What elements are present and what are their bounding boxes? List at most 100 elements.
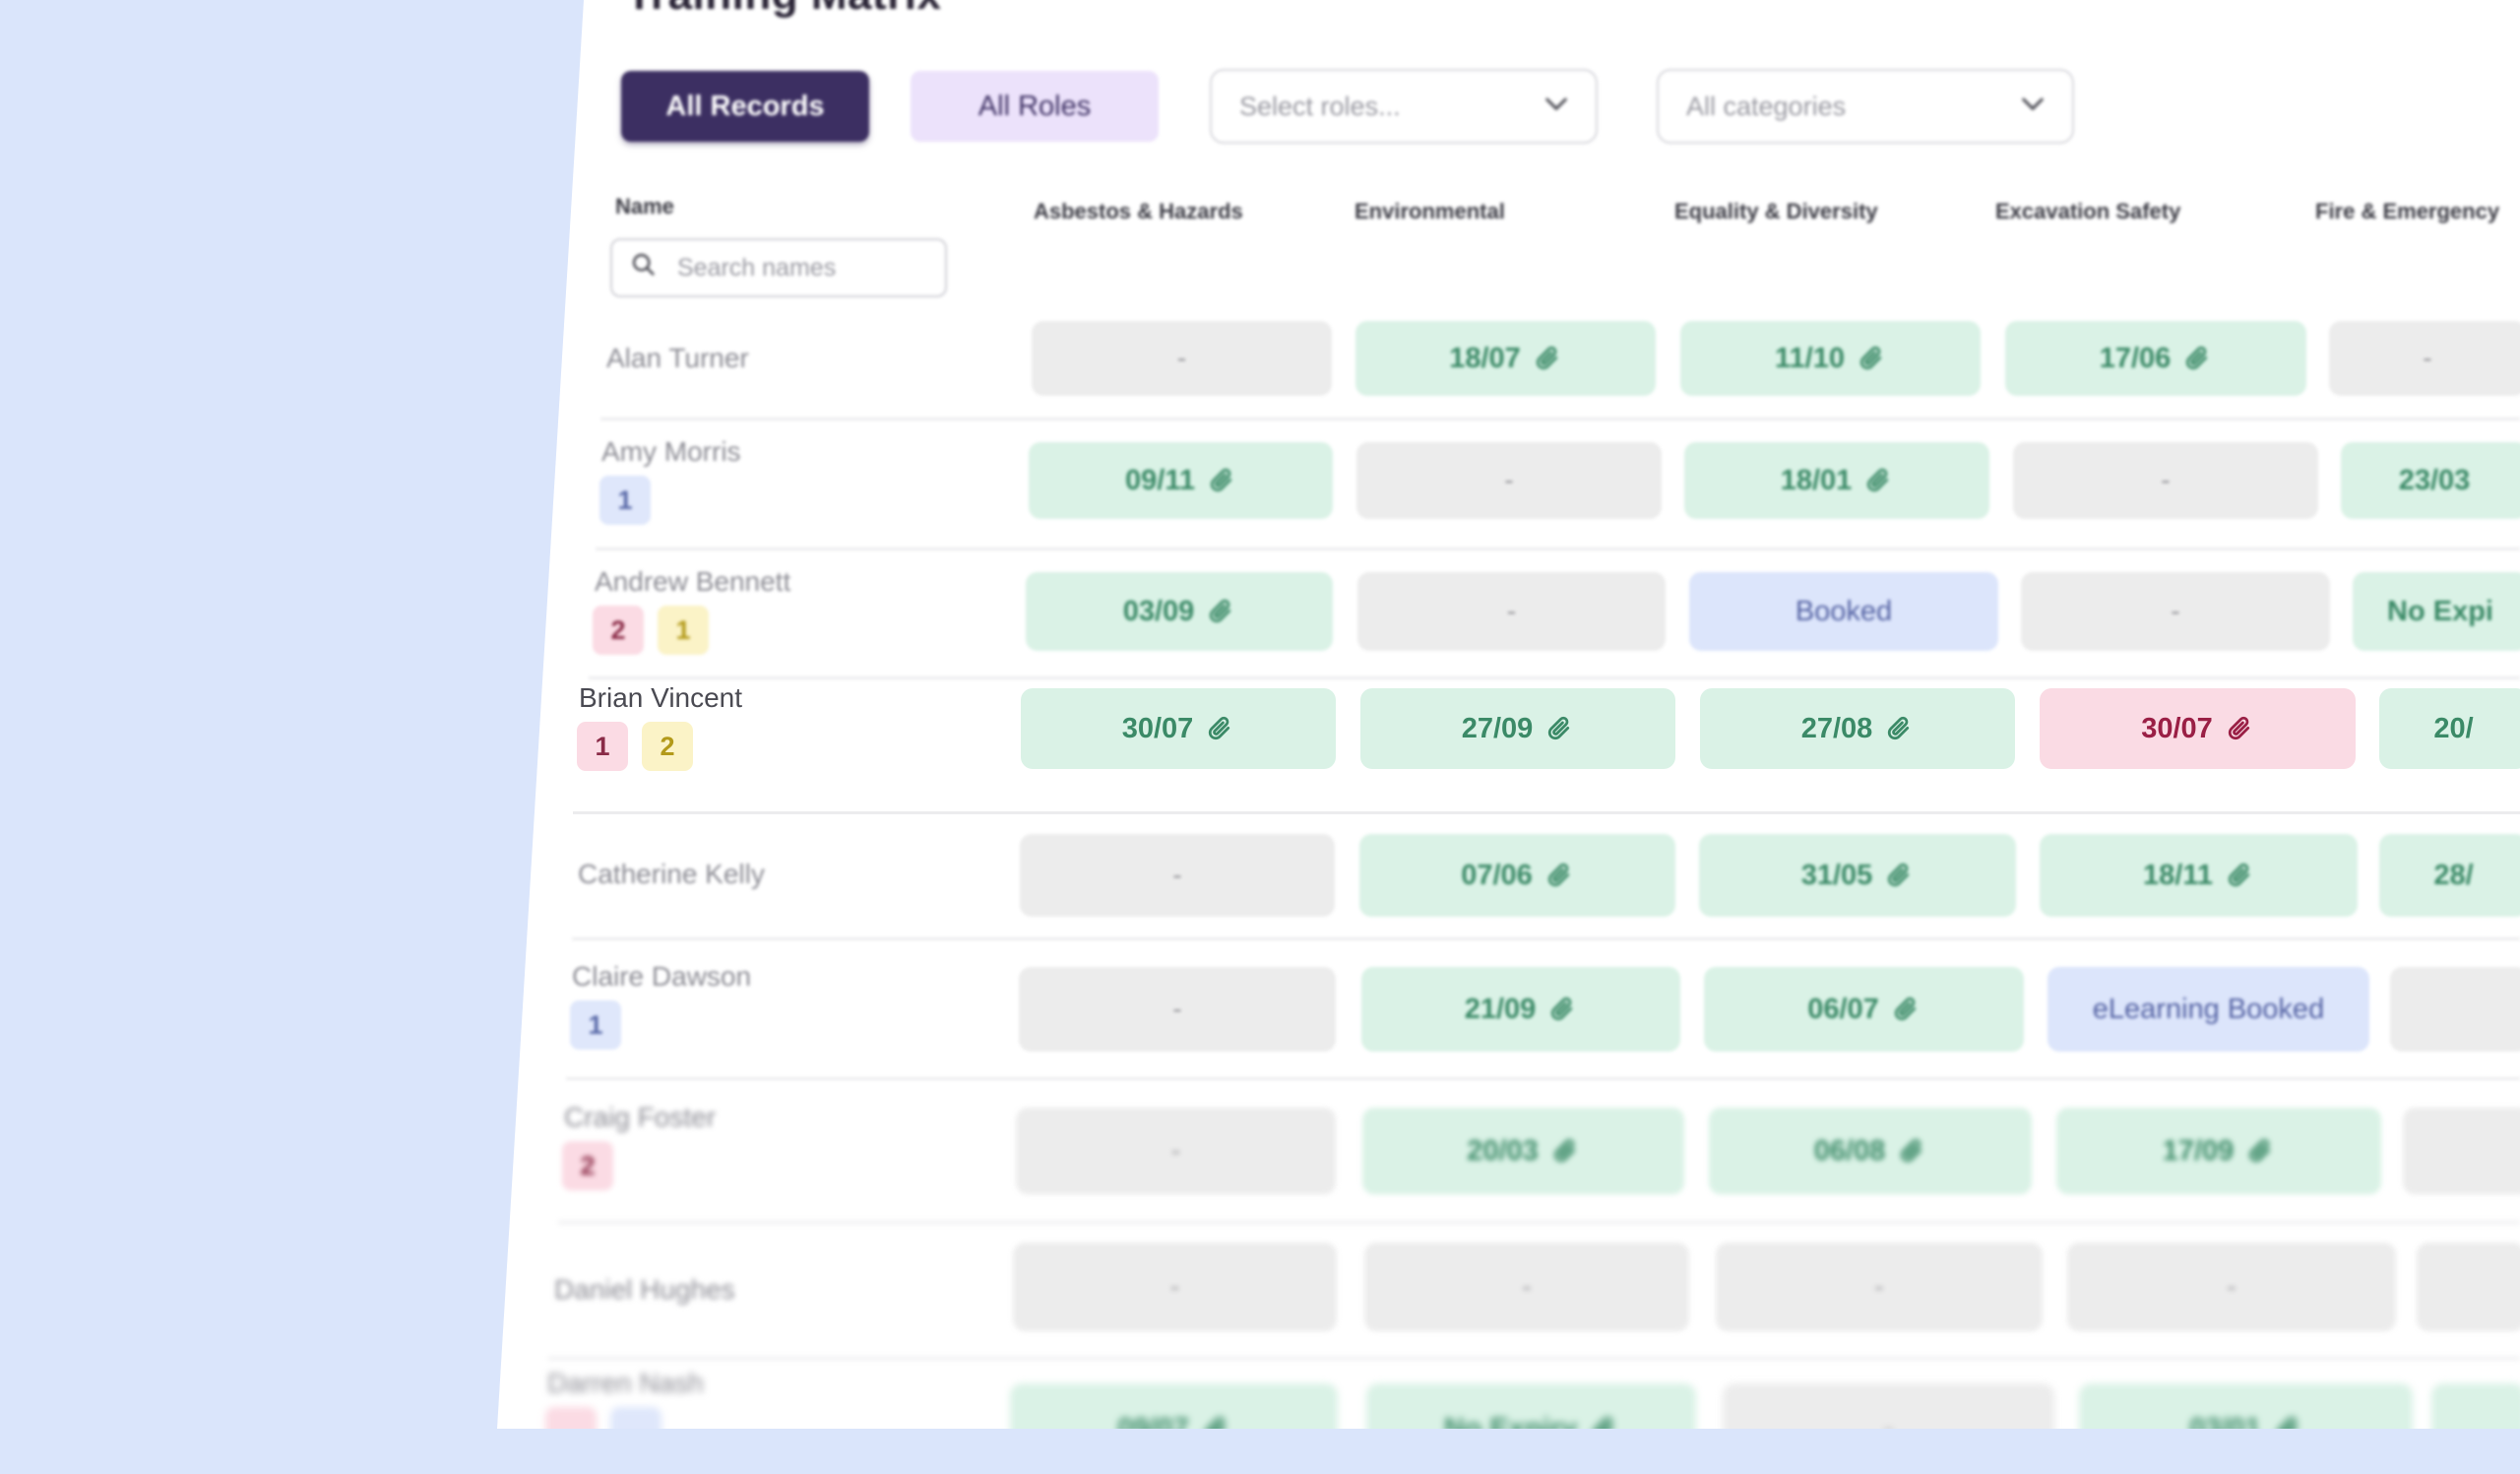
- paperclip-icon[interactable]: [2261, 1414, 2302, 1429]
- training-cell[interactable]: 03/01: [2079, 1383, 2413, 1429]
- row-divider: [572, 937, 2520, 940]
- training-cell[interactable]: 17/06: [2005, 321, 2306, 396]
- training-cell[interactable]: -: [1016, 1108, 1336, 1194]
- training-cell[interactable]: 20/03: [1362, 1108, 1684, 1194]
- paperclip-icon[interactable]: [1539, 1136, 1580, 1166]
- training-cell[interactable]: 09/11: [1029, 442, 1333, 519]
- paperclip-icon[interactable]: [2213, 714, 2254, 743]
- paperclip-icon[interactable]: [1536, 994, 1577, 1024]
- training-cell[interactable]: 21/09: [1361, 967, 1680, 1052]
- paperclip-icon[interactable]: [1189, 1414, 1230, 1429]
- status-badge[interactable]: 2: [593, 606, 644, 655]
- training-cell[interactable]: [2390, 967, 2520, 1052]
- row-divider: [589, 676, 2520, 679]
- status-badge[interactable]: 2: [642, 722, 693, 771]
- training-cell[interactable]: 27/08: [1700, 688, 2015, 769]
- all-roles-button[interactable]: All Roles: [911, 71, 1159, 142]
- paperclip-icon[interactable]: [1195, 466, 1236, 495]
- paperclip-icon[interactable]: [2213, 861, 2254, 890]
- employee-name[interactable]: Brian Vincent: [579, 682, 742, 714]
- status-badge[interactable]: [545, 1407, 597, 1429]
- training-cell[interactable]: No Expi: [2353, 572, 2520, 651]
- training-cell[interactable]: [2431, 1383, 2520, 1429]
- all-records-button[interactable]: All Records: [621, 71, 869, 142]
- paperclip-icon[interactable]: [1845, 344, 1886, 373]
- training-cell[interactable]: -: [1032, 321, 1332, 396]
- training-cell[interactable]: 27/09: [1360, 688, 1675, 769]
- training-cell[interactable]: 17/09: [2056, 1108, 2381, 1194]
- training-cell-value: 09/07: [1117, 1412, 1189, 1444]
- paperclip-icon[interactable]: [1872, 861, 1914, 890]
- paperclip-icon[interactable]: [1852, 466, 1893, 495]
- training-cell[interactable]: -: [1716, 1243, 2043, 1331]
- training-cell[interactable]: 06/07: [1704, 967, 2024, 1052]
- training-cell[interactable]: -: [1723, 1383, 2054, 1429]
- training-cell[interactable]: No Expiry: [1366, 1383, 1696, 1429]
- training-cell[interactable]: -: [1356, 442, 1662, 519]
- paperclip-icon[interactable]: [1194, 597, 1235, 626]
- training-cell[interactable]: -: [1013, 1243, 1337, 1331]
- paperclip-icon[interactable]: [1885, 1136, 1926, 1166]
- status-badge[interactable]: 1: [658, 606, 709, 655]
- training-cell[interactable]: [2403, 1108, 2520, 1194]
- training-cell-value: -: [2227, 1270, 2236, 1303]
- search-icon: [630, 251, 677, 286]
- row-divider: [566, 1077, 2520, 1080]
- search-placeholder: Search names: [677, 253, 837, 282]
- categories-select[interactable]: All categories: [1657, 69, 2074, 144]
- column-header-equality: Equality & Diversity: [1674, 199, 1878, 224]
- training-cell[interactable]: 20/: [2379, 688, 2520, 769]
- training-cell[interactable]: Booked: [1689, 572, 1998, 651]
- paperclip-icon[interactable]: [1193, 714, 1234, 743]
- employee-name[interactable]: Amy Morris: [601, 436, 741, 468]
- training-cell[interactable]: [2417, 1243, 2520, 1331]
- training-cell[interactable]: 31/05: [1699, 834, 2016, 917]
- training-cell[interactable]: -: [1357, 572, 1666, 651]
- training-cell[interactable]: -: [2013, 442, 2318, 519]
- training-cell[interactable]: -: [1020, 834, 1335, 917]
- training-cell[interactable]: 11/10: [1680, 321, 1981, 396]
- training-cell[interactable]: eLearning Booked: [2048, 967, 2369, 1052]
- training-cell[interactable]: 07/06: [1359, 834, 1675, 917]
- employee-name[interactable]: Craig Foster: [564, 1102, 716, 1133]
- column-header-environmental: Environmental: [1354, 199, 1505, 224]
- training-cell[interactable]: -: [1364, 1243, 1689, 1331]
- training-cell[interactable]: 30/07: [2040, 688, 2356, 769]
- training-cell[interactable]: 18/01: [1684, 442, 1989, 519]
- training-cell-value: 17/09: [2162, 1134, 2235, 1167]
- training-cell[interactable]: -: [1019, 967, 1336, 1052]
- training-cell[interactable]: 18/11: [2040, 834, 2358, 917]
- paperclip-icon[interactable]: [2234, 1136, 2275, 1166]
- paperclip-icon[interactable]: [2171, 344, 2212, 373]
- paperclip-icon[interactable]: [1577, 1414, 1618, 1429]
- paperclip-icon[interactable]: [1872, 714, 1914, 743]
- employee-name[interactable]: Andrew Bennett: [595, 566, 790, 598]
- status-badge[interactable]: 1: [570, 1000, 621, 1050]
- employee-name[interactable]: Daniel Hughes: [554, 1274, 735, 1306]
- training-cell[interactable]: 28/: [2379, 834, 2520, 917]
- roles-select[interactable]: Select roles...: [1210, 69, 1598, 144]
- training-cell[interactable]: -: [2021, 572, 2330, 651]
- training-cell[interactable]: 30/07: [1021, 688, 1336, 769]
- training-cell-value: eLearning Booked: [2092, 993, 2325, 1025]
- status-badge[interactable]: 1: [599, 476, 651, 525]
- employee-name[interactable]: Catherine Kelly: [578, 859, 765, 890]
- paperclip-icon[interactable]: [1533, 861, 1574, 890]
- training-cell[interactable]: 23/03: [2341, 442, 2520, 519]
- paperclip-icon[interactable]: [1521, 344, 1562, 373]
- employee-name[interactable]: Alan Turner: [606, 343, 749, 374]
- training-cell[interactable]: 06/08: [1709, 1108, 2032, 1194]
- training-cell[interactable]: 03/09: [1026, 572, 1333, 651]
- training-cell[interactable]: 09/07: [1010, 1383, 1338, 1444]
- status-badge[interactable]: 1: [577, 722, 628, 771]
- status-badge[interactable]: 2: [562, 1141, 613, 1190]
- paperclip-icon[interactable]: [1533, 714, 1574, 743]
- employee-name[interactable]: Claire Dawson: [572, 961, 751, 993]
- training-cell[interactable]: -: [2329, 321, 2520, 396]
- paperclip-icon[interactable]: [1879, 994, 1921, 1024]
- training-cell[interactable]: -: [2067, 1243, 2396, 1331]
- search-names-input[interactable]: Search names: [610, 238, 947, 297]
- training-cell[interactable]: 18/07: [1355, 321, 1656, 396]
- status-badge[interactable]: [610, 1407, 662, 1429]
- employee-name[interactable]: Darren Nash: [547, 1368, 704, 1399]
